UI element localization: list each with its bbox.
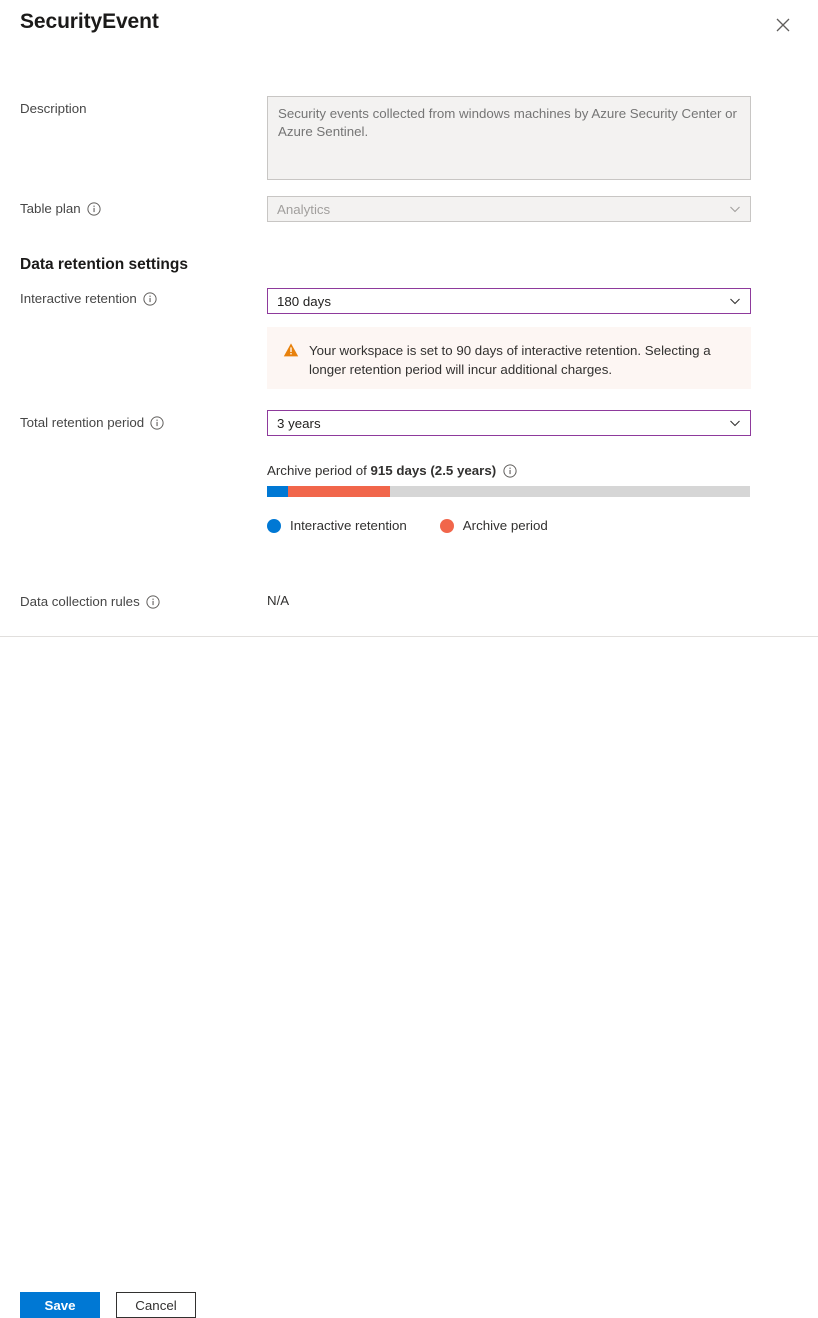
archive-period-caption: Archive period of 915 days (2.5 years)	[267, 463, 517, 478]
bar-segment-remaining	[390, 486, 750, 497]
retention-bar-chart	[267, 486, 750, 497]
legend-label-interactive: Interactive retention	[290, 518, 407, 533]
legend-item-interactive: Interactive retention	[267, 518, 407, 533]
legend-dot-archive	[440, 519, 454, 533]
archive-caption-prefix: Archive period of	[267, 463, 370, 478]
chevron-down-icon	[728, 416, 742, 430]
legend-dot-interactive	[267, 519, 281, 533]
data-retention-heading: Data retention settings	[20, 256, 188, 274]
info-icon[interactable]	[503, 464, 517, 478]
save-button[interactable]: Save	[20, 1292, 100, 1318]
total-retention-label: Total retention period	[20, 415, 164, 430]
table-plan-dropdown[interactable]: Analytics	[267, 196, 751, 222]
table-plan-value: Analytics	[277, 202, 728, 217]
archive-caption-value: 915 days (2.5 years)	[370, 463, 496, 478]
panel-footer: Save Cancel	[0, 637, 818, 699]
data-collection-rules-label: Data collection rules	[20, 594, 160, 609]
bar-segment-interactive	[267, 486, 288, 497]
legend-item-archive: Archive period	[440, 518, 548, 533]
description-input[interactable]	[267, 96, 751, 180]
retention-warning-banner: Your workspace is set to 90 days of inte…	[267, 327, 751, 389]
info-icon[interactable]	[146, 595, 160, 609]
panel-header: SecurityEvent	[0, 0, 818, 62]
legend-label-archive: Archive period	[463, 518, 548, 533]
chevron-down-icon	[728, 294, 742, 308]
bar-segment-archive	[288, 486, 390, 497]
table-settings-panel: SecurityEvent Description Table plan Ana…	[0, 0, 818, 699]
close-icon	[776, 18, 790, 32]
cancel-button[interactable]: Cancel	[116, 1292, 196, 1318]
interactive-retention-dropdown[interactable]: 180 days	[267, 288, 751, 314]
info-icon[interactable]	[87, 202, 101, 216]
total-retention-value: 3 years	[277, 416, 728, 431]
total-retention-dropdown[interactable]: 3 years	[267, 410, 751, 436]
retention-bar-legend: Interactive retention Archive period	[267, 518, 581, 533]
warning-icon	[283, 342, 299, 358]
data-collection-rules-value: N/A	[267, 593, 289, 608]
close-button[interactable]	[770, 12, 796, 38]
info-icon[interactable]	[150, 416, 164, 430]
table-plan-label: Table plan	[20, 201, 101, 216]
warning-text: Your workspace is set to 90 days of inte…	[309, 341, 729, 379]
info-icon[interactable]	[143, 292, 157, 306]
description-label: Description	[20, 101, 87, 116]
interactive-retention-label: Interactive retention	[20, 291, 157, 306]
interactive-retention-value: 180 days	[277, 294, 728, 309]
chevron-down-icon	[728, 202, 742, 216]
page-title: SecurityEvent	[20, 10, 159, 34]
